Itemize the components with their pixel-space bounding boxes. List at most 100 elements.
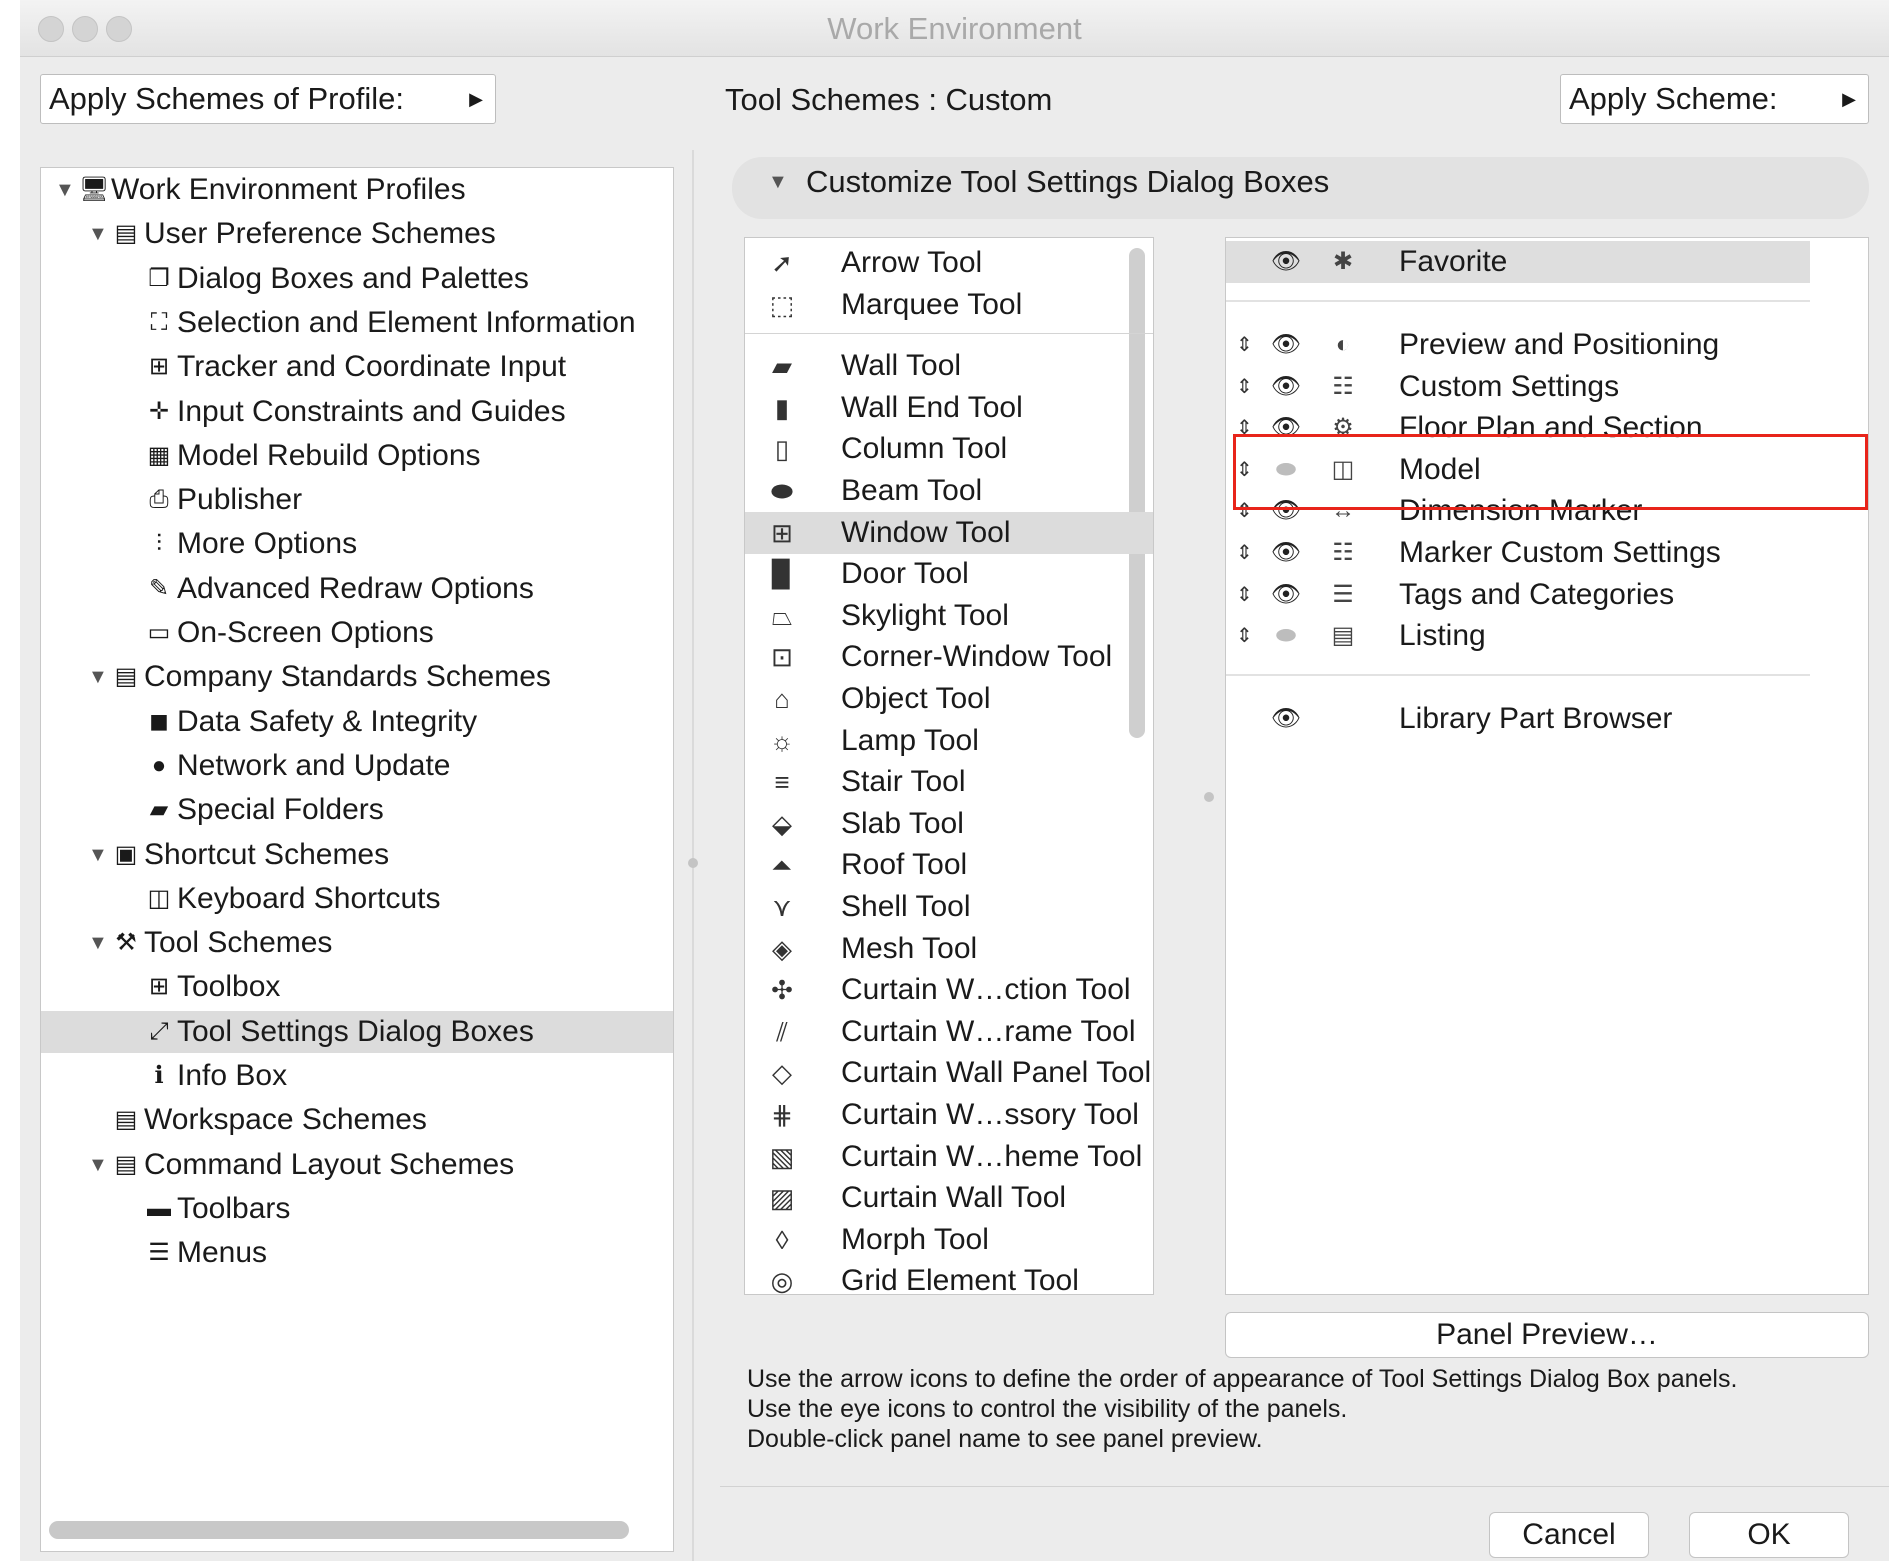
expanded-triangle-icon[interactable]: ▼: [88, 833, 110, 877]
eye-icon[interactable]: 👁: [1262, 407, 1310, 449]
tool-list-item[interactable]: ▉ Door Tool: [745, 553, 1153, 595]
tool-list-item[interactable]: ⊡ Corner-Window Tool: [745, 636, 1153, 678]
eye-icon[interactable]: 👁: [1262, 698, 1310, 740]
reorder-arrows-icon[interactable]: ⇕: [1236, 407, 1253, 449]
constraints-icon: ✛: [148, 397, 170, 425]
panel-row[interactable]: ⇕ ⬬ ◫ Model: [1226, 449, 1810, 491]
panel-row[interactable]: ⇕ 👁 ☰ Tags and Categories: [1226, 574, 1810, 616]
panel-row[interactable]: ⇕ 👁 ☷ Custom Settings: [1226, 366, 1810, 408]
reorder-arrows-icon[interactable]: ⇕: [1236, 324, 1253, 366]
tool-name: Corner-Window Tool: [841, 640, 1113, 674]
panel-row[interactable]: ⇕ 👁 ◐ Preview and Positioning: [1226, 324, 1810, 366]
tool-list-item[interactable]: ⬚ Marquee Tool: [745, 284, 1153, 326]
cancel-button[interactable]: Cancel: [1489, 1512, 1649, 1558]
tool-list-item[interactable]: ⬬ Beam Tool: [745, 470, 1153, 512]
tree-item-label: Tool Settings Dialog Boxes: [177, 1014, 534, 1048]
tree-item-label: Special Folders: [177, 793, 384, 827]
tool-list-item[interactable]: ◊ Morph Tool: [745, 1219, 1153, 1261]
panel-name: Dimension Marker: [1399, 494, 1643, 528]
tool-list-item[interactable]: ⋎ Shell Tool: [745, 886, 1153, 928]
lamp-icon: ☼: [770, 725, 794, 756]
tool-list-item[interactable]: ▨ Curtain Wall Tool: [745, 1177, 1153, 1219]
roof-icon: ⏶: [771, 850, 793, 881]
tool-list-item[interactable]: ☼ Lamp Tool: [745, 720, 1153, 762]
tree-item-label: More Options: [177, 527, 358, 561]
customize-section-header[interactable]: ▼ Customize Tool Settings Dialog Boxes: [732, 157, 1869, 219]
panel-name: Custom Settings: [1399, 369, 1620, 403]
panels-list[interactable]: 👁 ✱ Favorite ⇕ 👁 ◐ Preview and Positioning ⇕ 👁 ☷ C…: [1225, 237, 1869, 1295]
tool-list-item[interactable]: ⬙ Slab Tool: [745, 803, 1153, 845]
eye-icon[interactable]: 👁: [1262, 574, 1310, 616]
eye-icon[interactable]: 👁: [1262, 241, 1310, 283]
tool-name: Arrow Tool: [841, 246, 983, 279]
disclosure-triangle-icon[interactable]: ▼: [768, 157, 788, 207]
reorder-arrows-icon[interactable]: ⇕: [1236, 490, 1253, 532]
tool-name: Curtain W…heme Tool: [841, 1139, 1143, 1173]
tree-item-label: Company Standards Schemes: [144, 660, 551, 694]
expanded-triangle-icon[interactable]: ▼: [88, 655, 110, 699]
panel-row[interactable]: ⇕ 👁 ↔ Dimension Marker: [1226, 490, 1810, 532]
eye-icon[interactable]: 👁: [1262, 366, 1310, 408]
panel-row[interactable]: ⇕ ⬬ ▤ Listing: [1226, 615, 1810, 657]
tool-list-item[interactable]: ▮ Wall End Tool: [745, 387, 1153, 429]
expanded-triangle-icon[interactable]: ▼: [88, 921, 110, 965]
reorder-arrows-icon[interactable]: ⇕: [1236, 449, 1253, 491]
tool-list-item[interactable]: ✣ Curtain W…ction Tool: [745, 969, 1153, 1011]
tool-list-item[interactable]: ➚ Arrow Tool: [745, 242, 1153, 284]
tool-list-item[interactable]: ⌂ Object Tool: [745, 678, 1153, 720]
apply-scheme-popup[interactable]: Apply Scheme: ▶: [1560, 74, 1869, 124]
tool-list-item[interactable]: ◈ Mesh Tool: [745, 928, 1153, 970]
tool-name: Grid Element Tool: [841, 1264, 1079, 1295]
eye-closed-icon[interactable]: ⬬: [1262, 449, 1310, 491]
tool-list-item[interactable]: ⋕ Curtain W…ssory Tool: [745, 1094, 1153, 1136]
expanded-triangle-icon[interactable]: ▼: [88, 1143, 110, 1187]
help-line: Use the eye icons to control the visibil…: [747, 1395, 1348, 1423]
tree-horizontal-scrollbar[interactable]: [49, 1521, 629, 1539]
info-box-icon: ℹ: [154, 1062, 164, 1089]
tool-list-item[interactable]: ▧ Curtain W…heme Tool: [745, 1136, 1153, 1178]
expanded-triangle-icon[interactable]: ▼: [88, 212, 110, 256]
beam-icon: ⬬: [770, 476, 794, 506]
tool-name: Wall Tool: [841, 349, 962, 383]
command-layout-icon: ▤: [114, 1150, 138, 1178]
marker-custom-icon: ☷: [1332, 539, 1354, 566]
profiles-tree[interactable]: ▼ 🖥 Work Environment Profiles ▼ ▤ User Prefer…: [40, 167, 674, 1552]
eye-closed-icon[interactable]: ⬬: [1262, 615, 1310, 657]
tool-list-item[interactable]: ⏶ Roof Tool: [745, 844, 1153, 886]
stair-icon: ≡: [774, 767, 790, 798]
tool-list-item[interactable]: ▰ Wall Tool: [745, 345, 1153, 387]
apply-profile-popup[interactable]: Apply Schemes of Profile: ▶: [40, 74, 496, 124]
arrow-icon: ➚: [771, 248, 793, 278]
eye-icon[interactable]: 👁: [1262, 490, 1310, 532]
eye-icon[interactable]: 👁: [1262, 532, 1310, 574]
selection-icon: ⛶: [150, 308, 168, 336]
tool-list-item[interactable]: ◎ Grid Element Tool: [745, 1260, 1153, 1295]
reorder-arrows-icon[interactable]: ⇕: [1236, 615, 1253, 657]
window-title: Work Environment: [827, 11, 1082, 46]
tree-item-label: Tool Schemes: [144, 926, 333, 960]
panel-library-row[interactable]: 👁 Library Part Browser: [1226, 698, 1810, 740]
tool-list-item[interactable]: ▯ Column Tool: [745, 428, 1153, 470]
eye-icon[interactable]: 👁: [1262, 324, 1310, 366]
panel-favorite-row[interactable]: 👁 ✱ Favorite: [1226, 241, 1810, 283]
splitter-handle-right[interactable]: [1204, 792, 1214, 802]
panel-row[interactable]: ⇕ 👁 ⚙ Floor Plan and Section: [1226, 407, 1810, 449]
reorder-arrows-icon[interactable]: ⇕: [1236, 532, 1253, 574]
tool-settings-icon: ⤢: [149, 1017, 169, 1045]
tool-name: Curtain W…ssory Tool: [841, 1098, 1139, 1131]
tool-list-item[interactable]: ⊞ Window Tool: [745, 511, 1153, 554]
splitter-handle-left[interactable]: [688, 858, 698, 868]
panel-preview-button[interactable]: Panel Preview…: [1225, 1312, 1869, 1358]
corner-window-icon: ⊡: [771, 642, 793, 673]
tool-list-item[interactable]: ⏢ Skylight Tool: [745, 595, 1153, 637]
tool-list-item[interactable]: ◇ Curtain Wall Panel Tool: [745, 1052, 1153, 1094]
tool-list-item[interactable]: ≡ Stair Tool: [745, 761, 1153, 803]
expanded-triangle-icon[interactable]: ▼: [55, 168, 77, 212]
tool-list[interactable]: ➚ Arrow Tool ⬚ Marquee Tool ▰ Wall Tool ▮ Wall …: [744, 237, 1154, 1295]
tool-name: Marquee Tool: [841, 287, 1023, 321]
reorder-arrows-icon[interactable]: ⇕: [1236, 574, 1253, 616]
reorder-arrows-icon[interactable]: ⇕: [1236, 366, 1253, 408]
ok-button[interactable]: OK: [1689, 1512, 1849, 1558]
tool-list-item[interactable]: ⫽ Curtain W…rame Tool: [745, 1011, 1153, 1053]
panel-row[interactable]: ⇕ 👁 ☷ Marker Custom Settings: [1226, 532, 1810, 574]
